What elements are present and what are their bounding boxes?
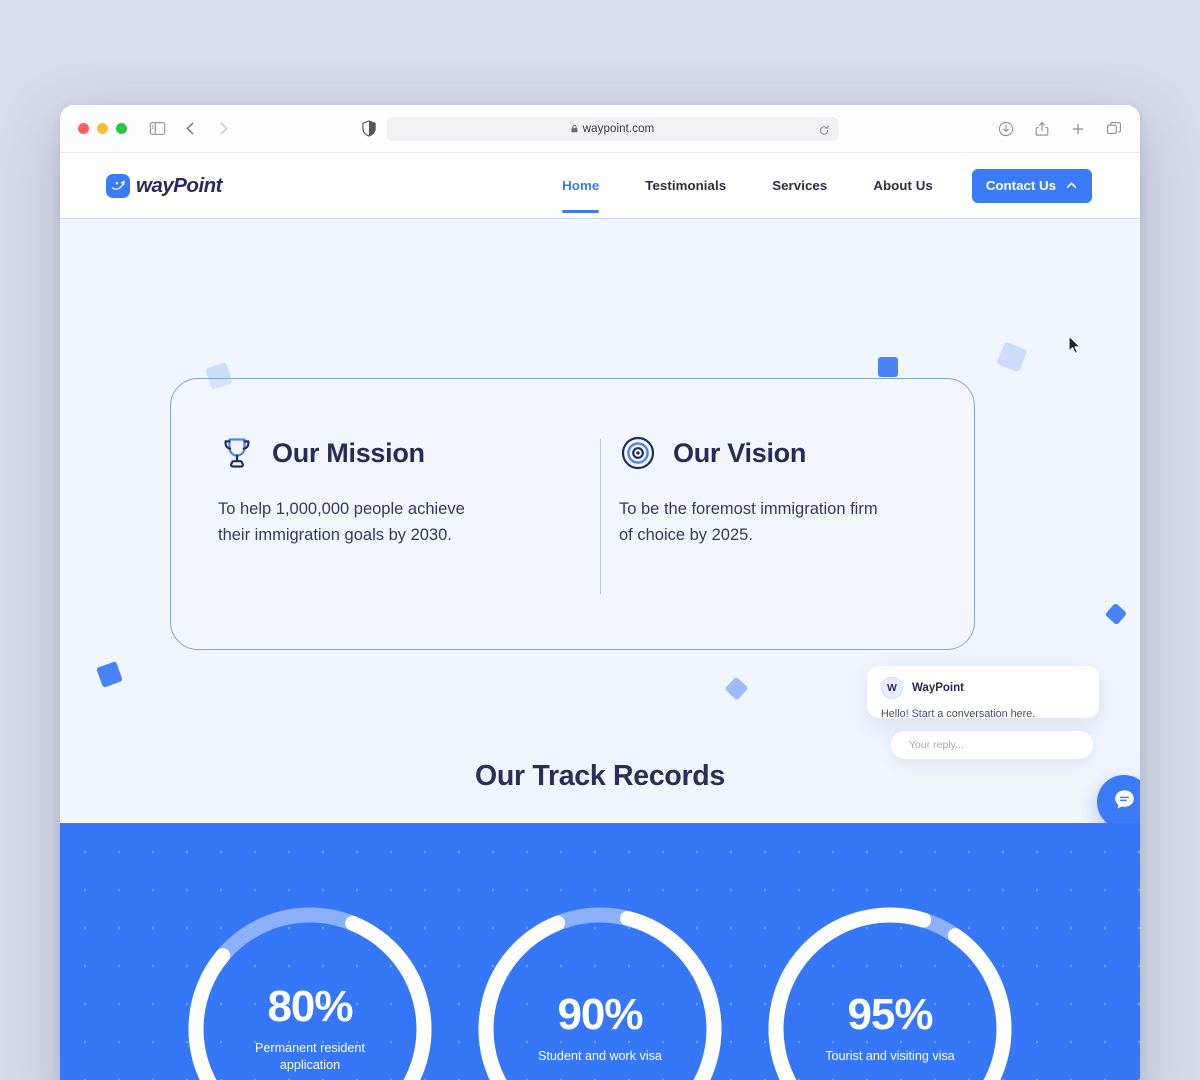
track-records-title: Our Track Records: [475, 760, 725, 792]
chat-avatar: W: [881, 677, 903, 699]
site-logo[interactable]: wayPoint: [106, 173, 223, 198]
reload-icon[interactable]: [819, 123, 830, 135]
page-content: Our Mission To help 1,000,000 people ach…: [60, 218, 1140, 1080]
forward-arrow-icon[interactable]: [215, 120, 232, 137]
section-divider-line: [60, 218, 1140, 219]
chat-message-text: Hello! Start a conversation here.: [881, 708, 1036, 720]
browser-window: waypoint.com wayPoint Home Testimonials …: [60, 105, 1140, 1080]
target-icon: [619, 434, 657, 472]
vision-body: To be the foremost immigration firm of c…: [619, 500, 878, 544]
progress-ring-value-2: 95%: [847, 990, 933, 1040]
decor-square-5: [1104, 602, 1128, 626]
vision-heading-row: Our Vision: [619, 434, 974, 472]
minimize-window-button[interactable]: [97, 123, 108, 134]
back-arrow-icon[interactable]: [182, 120, 199, 137]
progress-ring-label-1: Student and work visa: [538, 1049, 662, 1064]
vision-title: Our Vision: [673, 437, 807, 468]
progress-ring-2: 95% Tourist and visiting visa: [762, 901, 1018, 1080]
privacy-shield-icon[interactable]: [362, 120, 377, 137]
nav-item-testimonials[interactable]: Testimonials: [622, 178, 749, 193]
new-tab-plus-icon[interactable]: [1070, 121, 1086, 137]
nav-item-about-us[interactable]: About Us: [850, 178, 956, 193]
progress-ring-center-1: 90% Student and work visa: [472, 901, 728, 1080]
progress-ring-0: 80% Permanent resident application: [182, 901, 438, 1080]
share-icon[interactable]: [1034, 121, 1050, 137]
close-window-button[interactable]: [78, 123, 89, 134]
progress-ring-center-2: 95% Tourist and visiting visa: [762, 901, 1018, 1080]
decor-square-6: [724, 676, 749, 701]
main-navigation: Home Testimonials Services About Us Cont…: [539, 168, 1092, 213]
progress-ring-value-1: 90%: [557, 990, 643, 1040]
mission-heading-row: Our Mission: [218, 434, 573, 472]
chat-message-card: W WayPoint Hello! Start a conversation h…: [867, 666, 1099, 720]
chat-agent-name: WayPoint: [912, 682, 964, 694]
tab-overview-icon[interactable]: [1106, 121, 1122, 137]
decor-square-3: [996, 341, 1028, 373]
progress-rings-group: 80% Permanent resident application 90% S…: [60, 823, 1140, 1080]
vision-column: Our Vision To be the foremost immigratio…: [573, 379, 974, 649]
progress-ring-center-0: 80% Permanent resident application: [182, 901, 438, 1080]
mission-vision-card: Our Mission To help 1,000,000 people ach…: [170, 378, 975, 650]
address-bar-group: waypoint.com: [362, 116, 839, 141]
mission-column: Our Mission To help 1,000,000 people ach…: [171, 379, 573, 649]
progress-ring-label-0: Permanent resident application: [255, 1040, 365, 1072]
url-text-group: waypoint.com: [571, 123, 655, 135]
site-header: wayPoint Home Testimonials Services Abou…: [60, 153, 1140, 354]
contact-us-button[interactable]: Contact Us: [971, 168, 1092, 203]
nav-item-home[interactable]: Home: [539, 178, 622, 213]
logo-text: wayPoint: [136, 173, 223, 197]
url-label: waypoint.com: [582, 122, 655, 135]
chat-launcher-button[interactable]: [1097, 775, 1140, 829]
browser-toolbar: waypoint.com: [60, 105, 1140, 153]
nav-item-services[interactable]: Services: [749, 178, 850, 193]
desktop-background: waypoint.com wayPoint Home Testimonials …: [0, 0, 1200, 1080]
chevron-up-icon: [1065, 179, 1078, 192]
decor-square-4: [96, 661, 123, 688]
mission-body: To help 1,000,000 people achieve their i…: [218, 500, 465, 544]
waypoint-swoosh-icon: [106, 173, 130, 198]
chat-reply-input[interactable]: [891, 731, 1093, 759]
window-controls[interactable]: [78, 123, 127, 134]
track-records-stats-band: 80% Permanent resident application 90% S…: [60, 823, 1140, 1080]
chat-bubble-icon: [1112, 787, 1137, 817]
maximize-window-button[interactable]: [116, 123, 127, 134]
contact-us-label: Contact Us: [985, 178, 1056, 193]
sidebar-toggle-icon[interactable]: [149, 120, 166, 137]
mouse-cursor-icon: [1068, 335, 1082, 355]
progress-ring-1: 90% Student and work visa: [472, 901, 728, 1080]
lock-icon: [571, 124, 579, 133]
chat-header-row: W WayPoint: [881, 677, 1085, 699]
trophy-icon: [218, 434, 256, 472]
download-icon[interactable]: [998, 121, 1014, 137]
progress-ring-value-0: 80%: [267, 981, 353, 1031]
mission-title: Our Mission: [272, 437, 425, 468]
address-bar[interactable]: waypoint.com: [386, 116, 839, 141]
decor-square-2: [878, 357, 898, 377]
progress-ring-label-2: Tourist and visiting visa: [825, 1049, 955, 1064]
